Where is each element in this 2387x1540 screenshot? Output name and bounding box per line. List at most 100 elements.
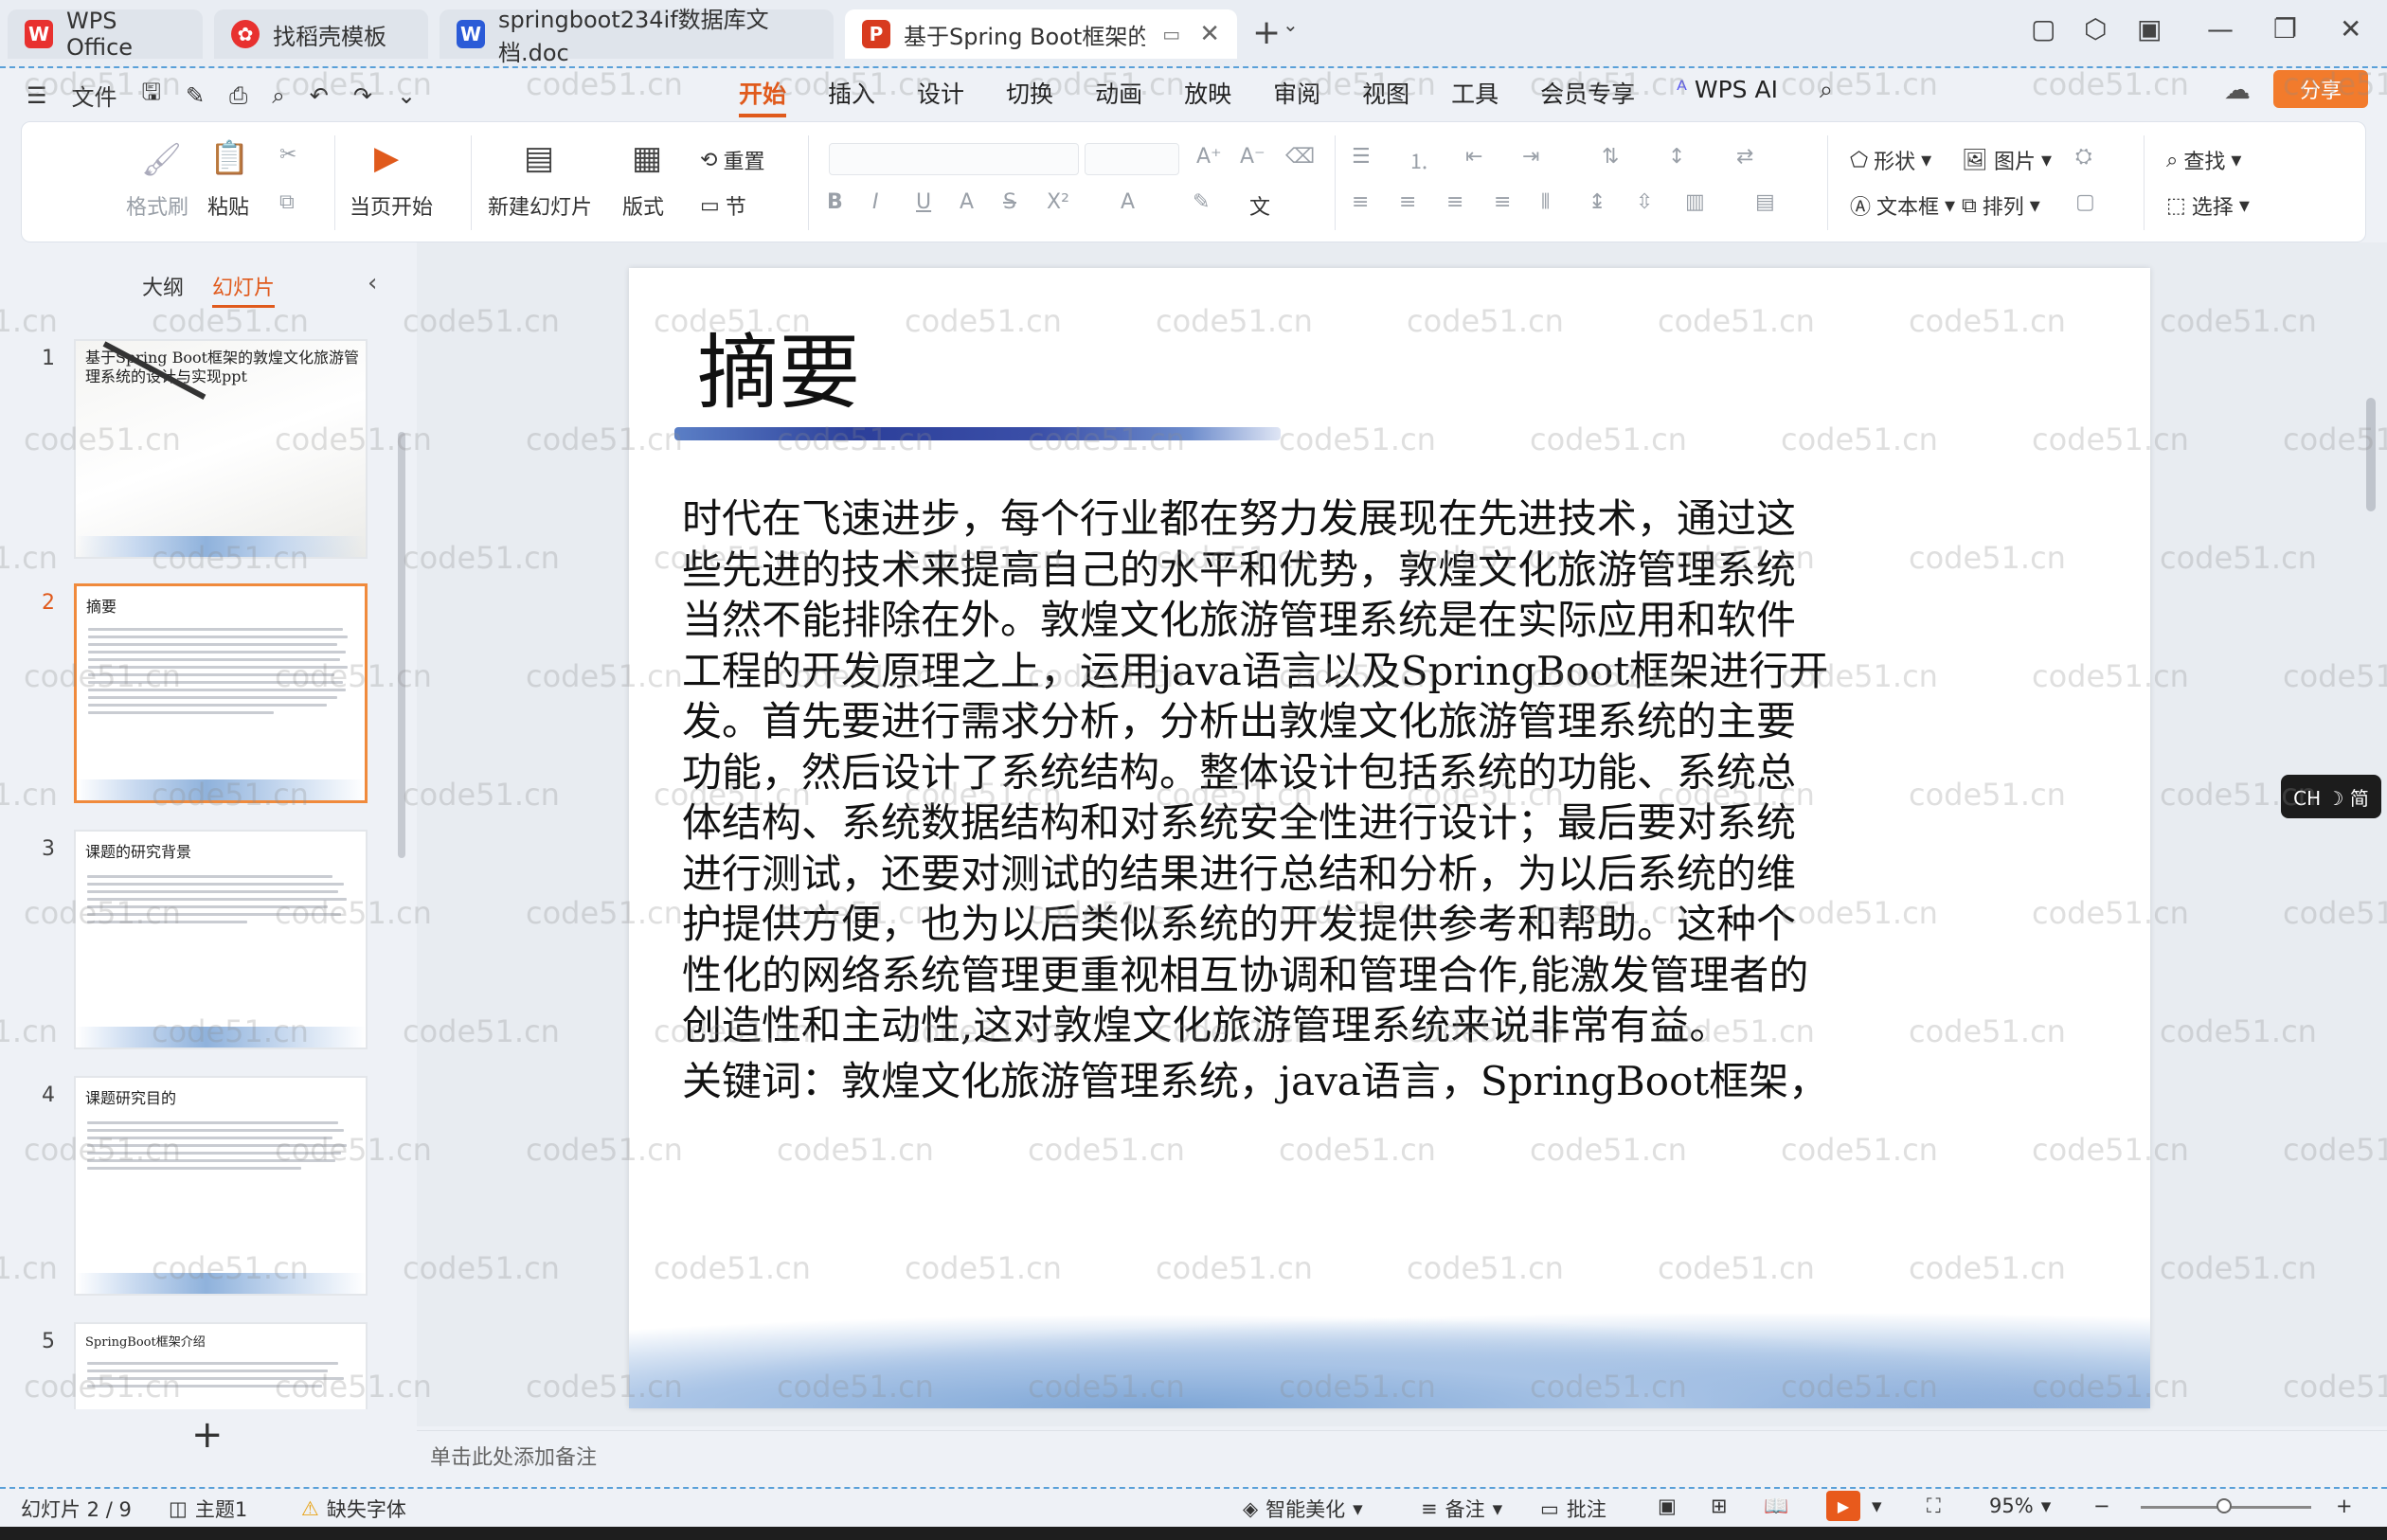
from-current-button[interactable]: 当页开始 <box>350 190 433 221</box>
text-align-icon[interactable]: ▤ <box>1755 190 1775 214</box>
tab-animation[interactable]: 动画 <box>1095 76 1142 117</box>
align-right-icon[interactable]: ≡ <box>1446 190 1463 214</box>
zoom-in-icon[interactable]: + <box>2336 1495 2353 1517</box>
format-painter-button[interactable]: 格式刷 <box>126 190 188 221</box>
more-icon[interactable]: ⌄ <box>397 82 416 109</box>
grow-font-icon[interactable]: A⁺ <box>1196 145 1222 169</box>
cube-icon[interactable]: ⬡ <box>2084 13 2107 45</box>
search-icon[interactable]: ⌕ <box>1820 76 1833 117</box>
align-left-icon[interactable]: ≡ <box>1352 190 1369 214</box>
comments-button[interactable]: ▭ 批注 <box>1540 1495 1606 1523</box>
find-button[interactable]: ⌕ 查找 ▾ <box>2166 145 2241 175</box>
slideshow-play-button[interactable]: ▶ <box>1826 1491 1860 1521</box>
smart-beautify-button[interactable]: ◈ 智能美化 ▾ <box>1243 1495 1363 1523</box>
ime-indicator[interactable]: CH ☽ 简 <box>2281 775 2381 818</box>
tab-slideshow[interactable]: 放映 <box>1184 76 1231 117</box>
add-tab-icon[interactable]: + <box>1252 13 1281 52</box>
bold-icon[interactable]: B <box>827 190 843 214</box>
new-slide-icon[interactable]: ▤ <box>524 139 554 177</box>
redo-icon[interactable]: ↷ <box>353 82 372 109</box>
slide-canvas[interactable]: 摘要 时代在飞速进步，每个行业都在努力发展现在先进技术，通过这 些先进的技术来提… <box>629 268 2150 1408</box>
file-menu[interactable]: 文件 <box>72 79 117 112</box>
slide-thumbnail-1[interactable]: 基于Spring Boot框架的敦煌文化旅游管理系统的设计与实现ppt <box>74 339 368 559</box>
tab-docer-templates[interactable]: ✿ 找稻壳模板 <box>214 9 428 59</box>
tab-word-document[interactable]: W springboot234if数据库文档.doc <box>440 7 834 66</box>
hamburger-icon[interactable]: ☰ <box>27 82 47 109</box>
share-button[interactable]: 分享 <box>2273 70 2368 108</box>
minimize-icon[interactable]: — <box>2207 13 2234 45</box>
notes-pane[interactable]: 单击此处添加备注 <box>417 1430 2387 1476</box>
chevron-down-icon[interactable]: ▾ <box>1872 1495 1882 1517</box>
shrink-font-icon[interactable]: A⁻ <box>1240 145 1265 169</box>
shape-button[interactable]: ⬠ 形状 ▾ <box>1850 145 1931 175</box>
notes-button[interactable]: ≡ 备注 ▾ <box>1421 1495 1502 1523</box>
zoom-slider-handle[interactable] <box>2216 1498 2232 1513</box>
highlight-icon[interactable]: ✎ <box>1193 190 1210 214</box>
fill-icon[interactable]: ⛭ <box>2075 145 2092 169</box>
sort-icon[interactable]: ↕ <box>1668 145 1685 169</box>
textbox-button[interactable]: Ⓐ 文本框 ▾ <box>1850 190 1955 221</box>
cut-icon[interactable]: ✂ <box>279 143 296 167</box>
tab-tools[interactable]: 工具 <box>1451 76 1499 117</box>
justify-icon[interactable]: ≡ <box>1494 190 1511 214</box>
line-spacing-icon[interactable]: ↨ <box>1588 190 1606 214</box>
missing-font-button[interactable]: ⚠ 缺失字体 <box>301 1495 406 1523</box>
layout-icon[interactable]: ▦ <box>632 139 662 177</box>
slide-thumbnail-4[interactable]: 课题研究目的 <box>74 1076 368 1296</box>
slide-thumbnail-3[interactable]: 课题的研究背景 <box>74 830 368 1049</box>
text-direction-icon[interactable]: ⇅ <box>1602 145 1619 169</box>
close-icon[interactable]: ✕ <box>1199 20 1220 48</box>
tab-view[interactable]: 视图 <box>1362 76 1409 117</box>
font-family-select[interactable] <box>829 143 1079 175</box>
paste-icon[interactable]: 📋 <box>209 139 249 177</box>
picture-button[interactable]: 🖼 图片 ▾ <box>1962 145 2052 175</box>
tab-wps-office[interactable]: W WPS Office <box>8 8 203 61</box>
undo-icon[interactable]: ↶ <box>310 82 329 109</box>
new-slide-button[interactable]: 新建幻灯片 <box>488 190 592 221</box>
tab-insert[interactable]: 插入 <box>828 76 875 117</box>
slide-body-text[interactable]: 时代在飞速进步，每个行业都在努力发展现在先进技术，通过这 些先进的技术来提高自己… <box>682 493 1904 1051</box>
section-button[interactable]: ▭ 节 <box>700 190 746 221</box>
numbering-icon[interactable]: ⒈ <box>1409 145 1429 175</box>
paragraph-spacing-icon[interactable]: ⇳ <box>1636 190 1653 214</box>
convert-icon[interactable]: ⇄ <box>1736 145 1753 169</box>
clear-format-icon[interactable]: ⌫ <box>1285 145 1315 169</box>
add-slide-icon[interactable]: + <box>191 1413 224 1457</box>
font-color-icon[interactable]: A <box>1121 190 1135 214</box>
arrange-button[interactable]: ⧉ 排列 ▾ <box>1962 190 2040 221</box>
screen-icon[interactable]: ▭ <box>1162 23 1180 45</box>
zoom-select[interactable]: 95% ▾ <box>1989 1495 2051 1517</box>
tab-member[interactable]: 会员专享 <box>1540 76 1635 117</box>
zoom-out-icon[interactable]: − <box>2093 1495 2110 1517</box>
tab-outline[interactable]: 大纲 <box>142 271 184 308</box>
play-from-current-icon[interactable]: ▶ <box>374 139 399 177</box>
slide-sorter-icon[interactable]: ⊞ <box>1711 1495 1728 1517</box>
tab-design[interactable]: 设计 <box>917 76 964 117</box>
shadow-text-icon[interactable]: A <box>960 190 974 214</box>
reading-view-icon[interactable]: 📖 <box>1764 1495 1788 1518</box>
tab-slides[interactable]: 幻灯片 <box>212 271 276 308</box>
avatar[interactable]: ▣ <box>2137 13 2162 45</box>
select-button[interactable]: ⬚ 选择 ▾ <box>2166 190 2250 221</box>
bullets-icon[interactable]: ☰ <box>1352 145 1371 169</box>
normal-view-icon[interactable]: ▣ <box>1658 1495 1677 1517</box>
window-layout-icon[interactable]: ▢ <box>2031 13 2055 45</box>
slide-title[interactable]: 摘要 <box>697 306 860 424</box>
edit-icon[interactable]: ✎ <box>186 82 205 109</box>
align-center-icon[interactable]: ≡ <box>1399 190 1416 214</box>
tab-ppt-document[interactable]: P 基于Spring Boot框架的敦煌 ▭ ✕ <box>845 9 1237 59</box>
decrease-indent-icon[interactable]: ⇤ <box>1465 145 1482 169</box>
window-close-icon[interactable]: ✕ <box>2340 13 2361 45</box>
phonetic-icon[interactable]: 文 <box>1249 190 1270 221</box>
font-size-select[interactable] <box>1085 143 1179 175</box>
fit-window-icon[interactable]: ⛶ <box>1927 1495 1941 1518</box>
columns-icon[interactable]: ▥ <box>1685 190 1705 214</box>
thumbnail-scrollbar[interactable] <box>398 432 405 858</box>
slide-keywords[interactable]: 关键词：敦煌文化旅游管理系统，java语言，SpringBoot框架， <box>682 1056 1904 1107</box>
maximize-icon[interactable]: ❐ <box>2273 13 2297 45</box>
slide-thumbnail-2[interactable]: 摘要 <box>74 583 368 803</box>
underline-icon[interactable]: U <box>916 190 931 214</box>
italic-icon[interactable]: I <box>872 190 879 214</box>
superscript-icon[interactable]: X² <box>1047 190 1069 214</box>
tab-start[interactable]: 开始 <box>739 76 787 117</box>
